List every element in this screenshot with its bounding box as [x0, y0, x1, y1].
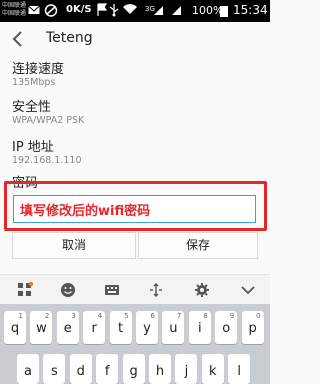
cell-signal-1-icon: [154, 6, 163, 15]
network-name-title: Teteng: [46, 30, 93, 46]
key-u[interactable]: 7u: [162, 311, 185, 344]
key-letter: u: [169, 321, 178, 336]
key-i[interactable]: 8i: [188, 311, 211, 344]
keyboard-toolbar: [0, 274, 270, 304]
key-letter: o: [222, 321, 231, 336]
key-number-hint: 8: [203, 312, 208, 320]
usb-icon: [109, 4, 119, 17]
key-r[interactable]: 4r: [83, 311, 106, 344]
key-g[interactable]: g: [122, 354, 145, 384]
data-saver-icon: [44, 4, 58, 17]
key-t[interactable]: 5t: [109, 311, 132, 344]
key-f[interactable]: f: [96, 354, 119, 384]
mail-icon: [28, 5, 40, 14]
key-e[interactable]: 3e: [56, 311, 79, 344]
title-bar: Teteng: [0, 22, 270, 56]
key-letter: p: [248, 321, 257, 336]
key-h[interactable]: h: [149, 354, 171, 384]
link-speed-label: 连接速度: [12, 62, 65, 77]
key-number-hint: 3: [71, 312, 76, 320]
keyboard-layout-icon[interactable]: [104, 282, 120, 298]
battery-icon: [220, 6, 228, 17]
key-letter: r: [91, 321, 97, 336]
key-letter: e: [63, 321, 72, 336]
carrier-label-1: 中国联通: [2, 2, 27, 9]
key-number-hint: 1: [18, 312, 23, 320]
ip-address-label: IP 地址: [12, 140, 54, 155]
password-input[interactable]: [13, 195, 256, 223]
soft-keyboard: 1q2w3e4r5t6y7u8i9o0p asdfghjkl: [0, 304, 270, 384]
settings-gear-icon[interactable]: [194, 282, 210, 298]
back-arrow-icon[interactable]: [8, 29, 28, 49]
key-number-hint: 7: [176, 312, 182, 320]
battery-percent: 100%: [192, 4, 224, 17]
cancel-button[interactable]: 取消: [12, 232, 136, 259]
apps-grid-icon[interactable]: [17, 282, 33, 298]
save-button[interactable]: 保存: [138, 232, 258, 259]
flag-icon: [97, 3, 108, 16]
security-value: WPA/WPA2 PSK: [12, 115, 85, 126]
cell-signal-2-icon: [172, 6, 181, 15]
key-d[interactable]: d: [69, 354, 92, 384]
status-bar: 中国联通 中国联通 0K/S 3G 100% 15:34: [0, 0, 270, 22]
key-number-hint: 0: [256, 312, 261, 320]
network-speed: 0K/S: [66, 4, 92, 15]
collapse-keyboard-icon[interactable]: [240, 282, 256, 298]
key-w[interactable]: 2w: [30, 311, 53, 344]
key-number-hint: 4: [97, 312, 103, 320]
key-o[interactable]: 9o: [215, 311, 238, 344]
emoji-icon[interactable]: [60, 282, 76, 298]
security-label: 安全性: [12, 100, 52, 115]
key-number-hint: 9: [229, 312, 235, 320]
key-s[interactable]: s: [43, 354, 66, 384]
key-p[interactable]: 0p: [241, 311, 264, 344]
key-letter: y: [143, 321, 151, 336]
cursor-move-icon[interactable]: [148, 282, 164, 298]
key-k[interactable]: k: [201, 354, 224, 384]
key-number-hint: 6: [150, 312, 155, 320]
key-letter: t: [118, 321, 124, 336]
key-letter: q: [10, 321, 20, 336]
carrier-label-2: 中国联通: [2, 10, 27, 17]
wifi-signal-icon: [123, 4, 137, 14]
key-y[interactable]: 6y: [136, 311, 158, 344]
key-letter: i: [197, 321, 202, 336]
key-number-hint: 5: [124, 312, 129, 320]
clock: 15:34: [233, 3, 268, 17]
carrier-labels: 中国联通 中国联通: [2, 2, 26, 18]
ip-address-value: 192.168.1.110: [12, 155, 82, 166]
key-a[interactable]: a: [17, 354, 39, 384]
key-q[interactable]: 1q: [4, 311, 26, 344]
link-speed-value: 135Mbps: [12, 77, 56, 88]
key-letter: w: [36, 321, 47, 336]
key-l[interactable]: l: [228, 354, 251, 384]
key-j[interactable]: j: [175, 354, 198, 384]
key-number-hint: 2: [44, 312, 50, 320]
